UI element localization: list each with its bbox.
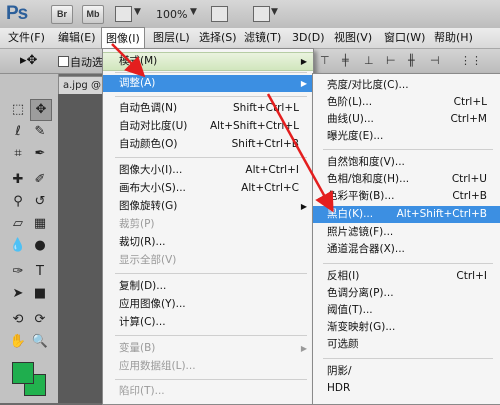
annotation-arrows <box>111 43 334 213</box>
annotation-arrow-to-adjust <box>111 43 146 78</box>
foreground-color-swatch[interactable] <box>12 362 34 384</box>
annotation-arrow-to-black-white <box>266 93 334 213</box>
